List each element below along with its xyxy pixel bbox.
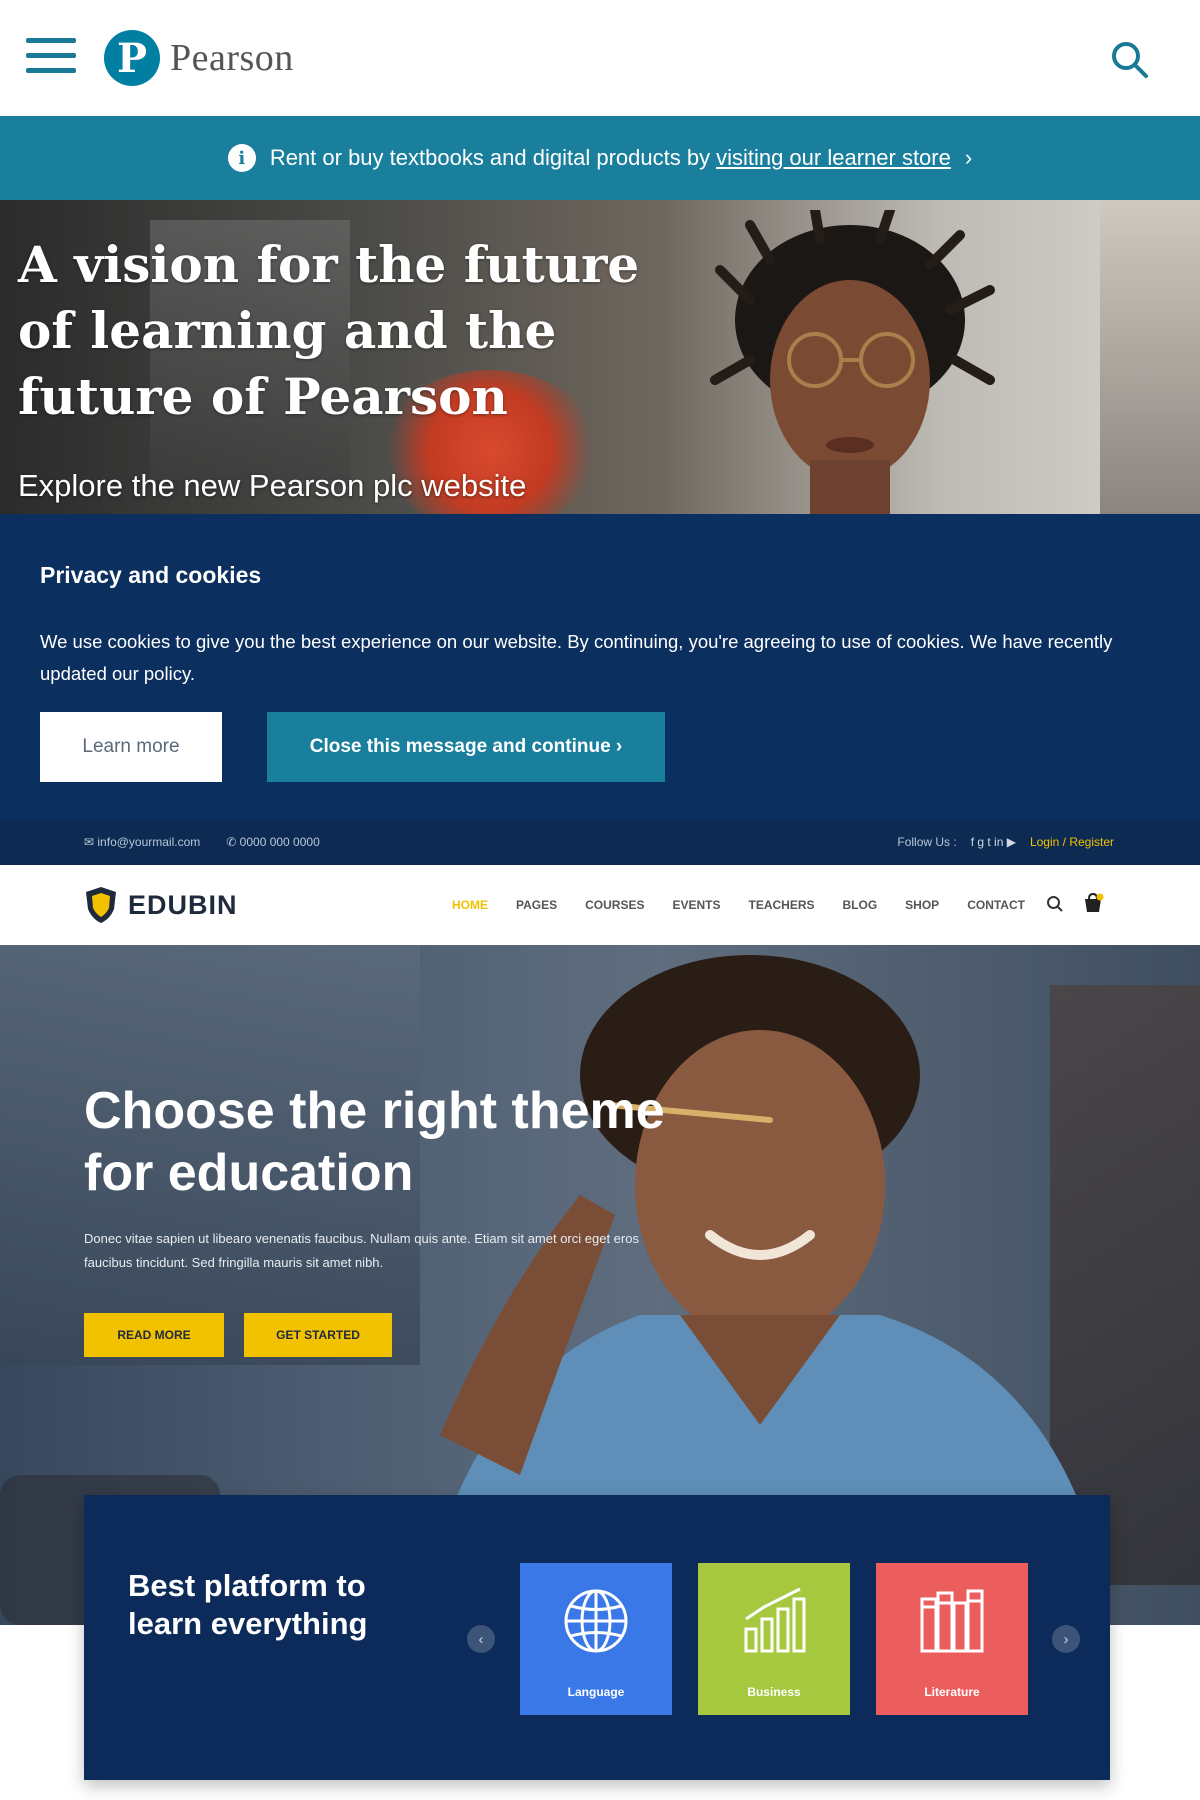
category-tile-literature[interactable]: Literature (876, 1563, 1028, 1715)
phone-contact[interactable]: ✆ 0000 000 0000 (226, 835, 319, 849)
close-message-button[interactable]: Close this message and continue › (267, 712, 665, 782)
edubin-logo-text: EDUBIN (128, 889, 238, 920)
pearson-hero: A vision for the future of learning and … (0, 200, 1200, 514)
menu-item-events[interactable]: EVENTS (672, 898, 720, 912)
bar-chart-icon (744, 1587, 806, 1653)
learner-store-banner: i Rent or buy textbooks and digital prod… (0, 116, 1200, 200)
search-icon[interactable] (1046, 895, 1064, 913)
category-tile-business[interactable]: Business (698, 1563, 850, 1715)
tile-label: Language (567, 1685, 625, 1699)
tile-label: Business (747, 1685, 801, 1699)
learn-more-button[interactable]: Learn more (40, 712, 222, 782)
chevron-right-icon[interactable]: › (965, 145, 972, 171)
page: P Pearson i Rent or buy textbooks and di… (0, 0, 1200, 1800)
search-icon[interactable] (1108, 38, 1150, 80)
hero-title: A vision for the future of learning and … (18, 235, 640, 426)
tile-label: Literature (924, 1685, 980, 1699)
edubin-navbar: EDUBIN HOME PAGES COURSES EVENTS TEACHER… (0, 865, 1200, 945)
nav-icons (1046, 893, 1104, 915)
login-register-link[interactable]: Login / Register (1030, 835, 1114, 849)
menu-item-teachers[interactable]: TEACHERS (748, 898, 814, 912)
main-menu: HOME PAGES COURSES EVENTS TEACHERS BLOG … (452, 898, 1025, 912)
menu-icon[interactable] (26, 36, 78, 76)
edubin-topbar: ✉ info@yourmail.com ✆ 0000 000 0000 Foll… (0, 820, 1200, 865)
menu-item-courses[interactable]: COURSES (585, 898, 644, 912)
globe-icon (564, 1589, 628, 1653)
hero-description: Donec vitae sapien ut libearo venenatis … (84, 1231, 639, 1270)
email-contact[interactable]: ✉ info@yourmail.com (84, 835, 200, 849)
social-icons[interactable]: f g t in ▶ (971, 835, 1016, 849)
student-portrait-image (710, 210, 995, 514)
background-column (1100, 200, 1200, 514)
pearson-logo-text: Pearson (170, 37, 294, 79)
chevron-left-icon[interactable]: ‹ (467, 1625, 495, 1653)
pearson-logo[interactable]: P Pearson (104, 28, 294, 88)
menu-item-pages[interactable]: PAGES (516, 898, 557, 912)
get-started-button[interactable]: GET STARTED (244, 1313, 392, 1357)
chevron-right-icon[interactable]: › (1052, 1625, 1080, 1653)
hero-title: Choose the right theme for education (84, 1082, 665, 1202)
learner-store-link[interactable]: visiting our learner store (716, 145, 951, 171)
cookie-text: We use cookies to give you the best expe… (40, 631, 1113, 684)
hero-subtitle-link[interactable]: Explore the new Pearson plc website (18, 468, 526, 504)
pearson-logo-mark: P (104, 30, 160, 86)
follow-label: Follow Us : (897, 835, 957, 849)
read-more-button[interactable]: READ MORE (84, 1313, 224, 1357)
pearson-header: P Pearson (0, 0, 1200, 115)
menu-item-blog[interactable]: BLOG (843, 898, 878, 912)
edubin-logo[interactable]: EDUBIN (84, 885, 238, 925)
menu-item-shop[interactable]: SHOP (905, 898, 939, 912)
books-icon (920, 1589, 984, 1653)
platform-title: Best platform to learn everything (128, 1568, 368, 1641)
categories-panel: Best platform to learn everything ‹ Lang… (84, 1495, 1110, 1780)
banner-text: Rent or buy textbooks and digital produc… (269, 145, 711, 170)
info-icon: i (227, 144, 256, 172)
menu-item-contact[interactable]: CONTACT (967, 898, 1025, 912)
menu-item-home[interactable]: HOME (452, 898, 488, 912)
cookie-notice: Privacy and cookies We use cookies to gi… (0, 514, 1200, 820)
cookie-title: Privacy and cookies (40, 562, 262, 588)
category-tile-language[interactable]: Language (520, 1563, 672, 1715)
cart-icon[interactable] (1082, 893, 1104, 915)
shield-icon (86, 887, 116, 923)
